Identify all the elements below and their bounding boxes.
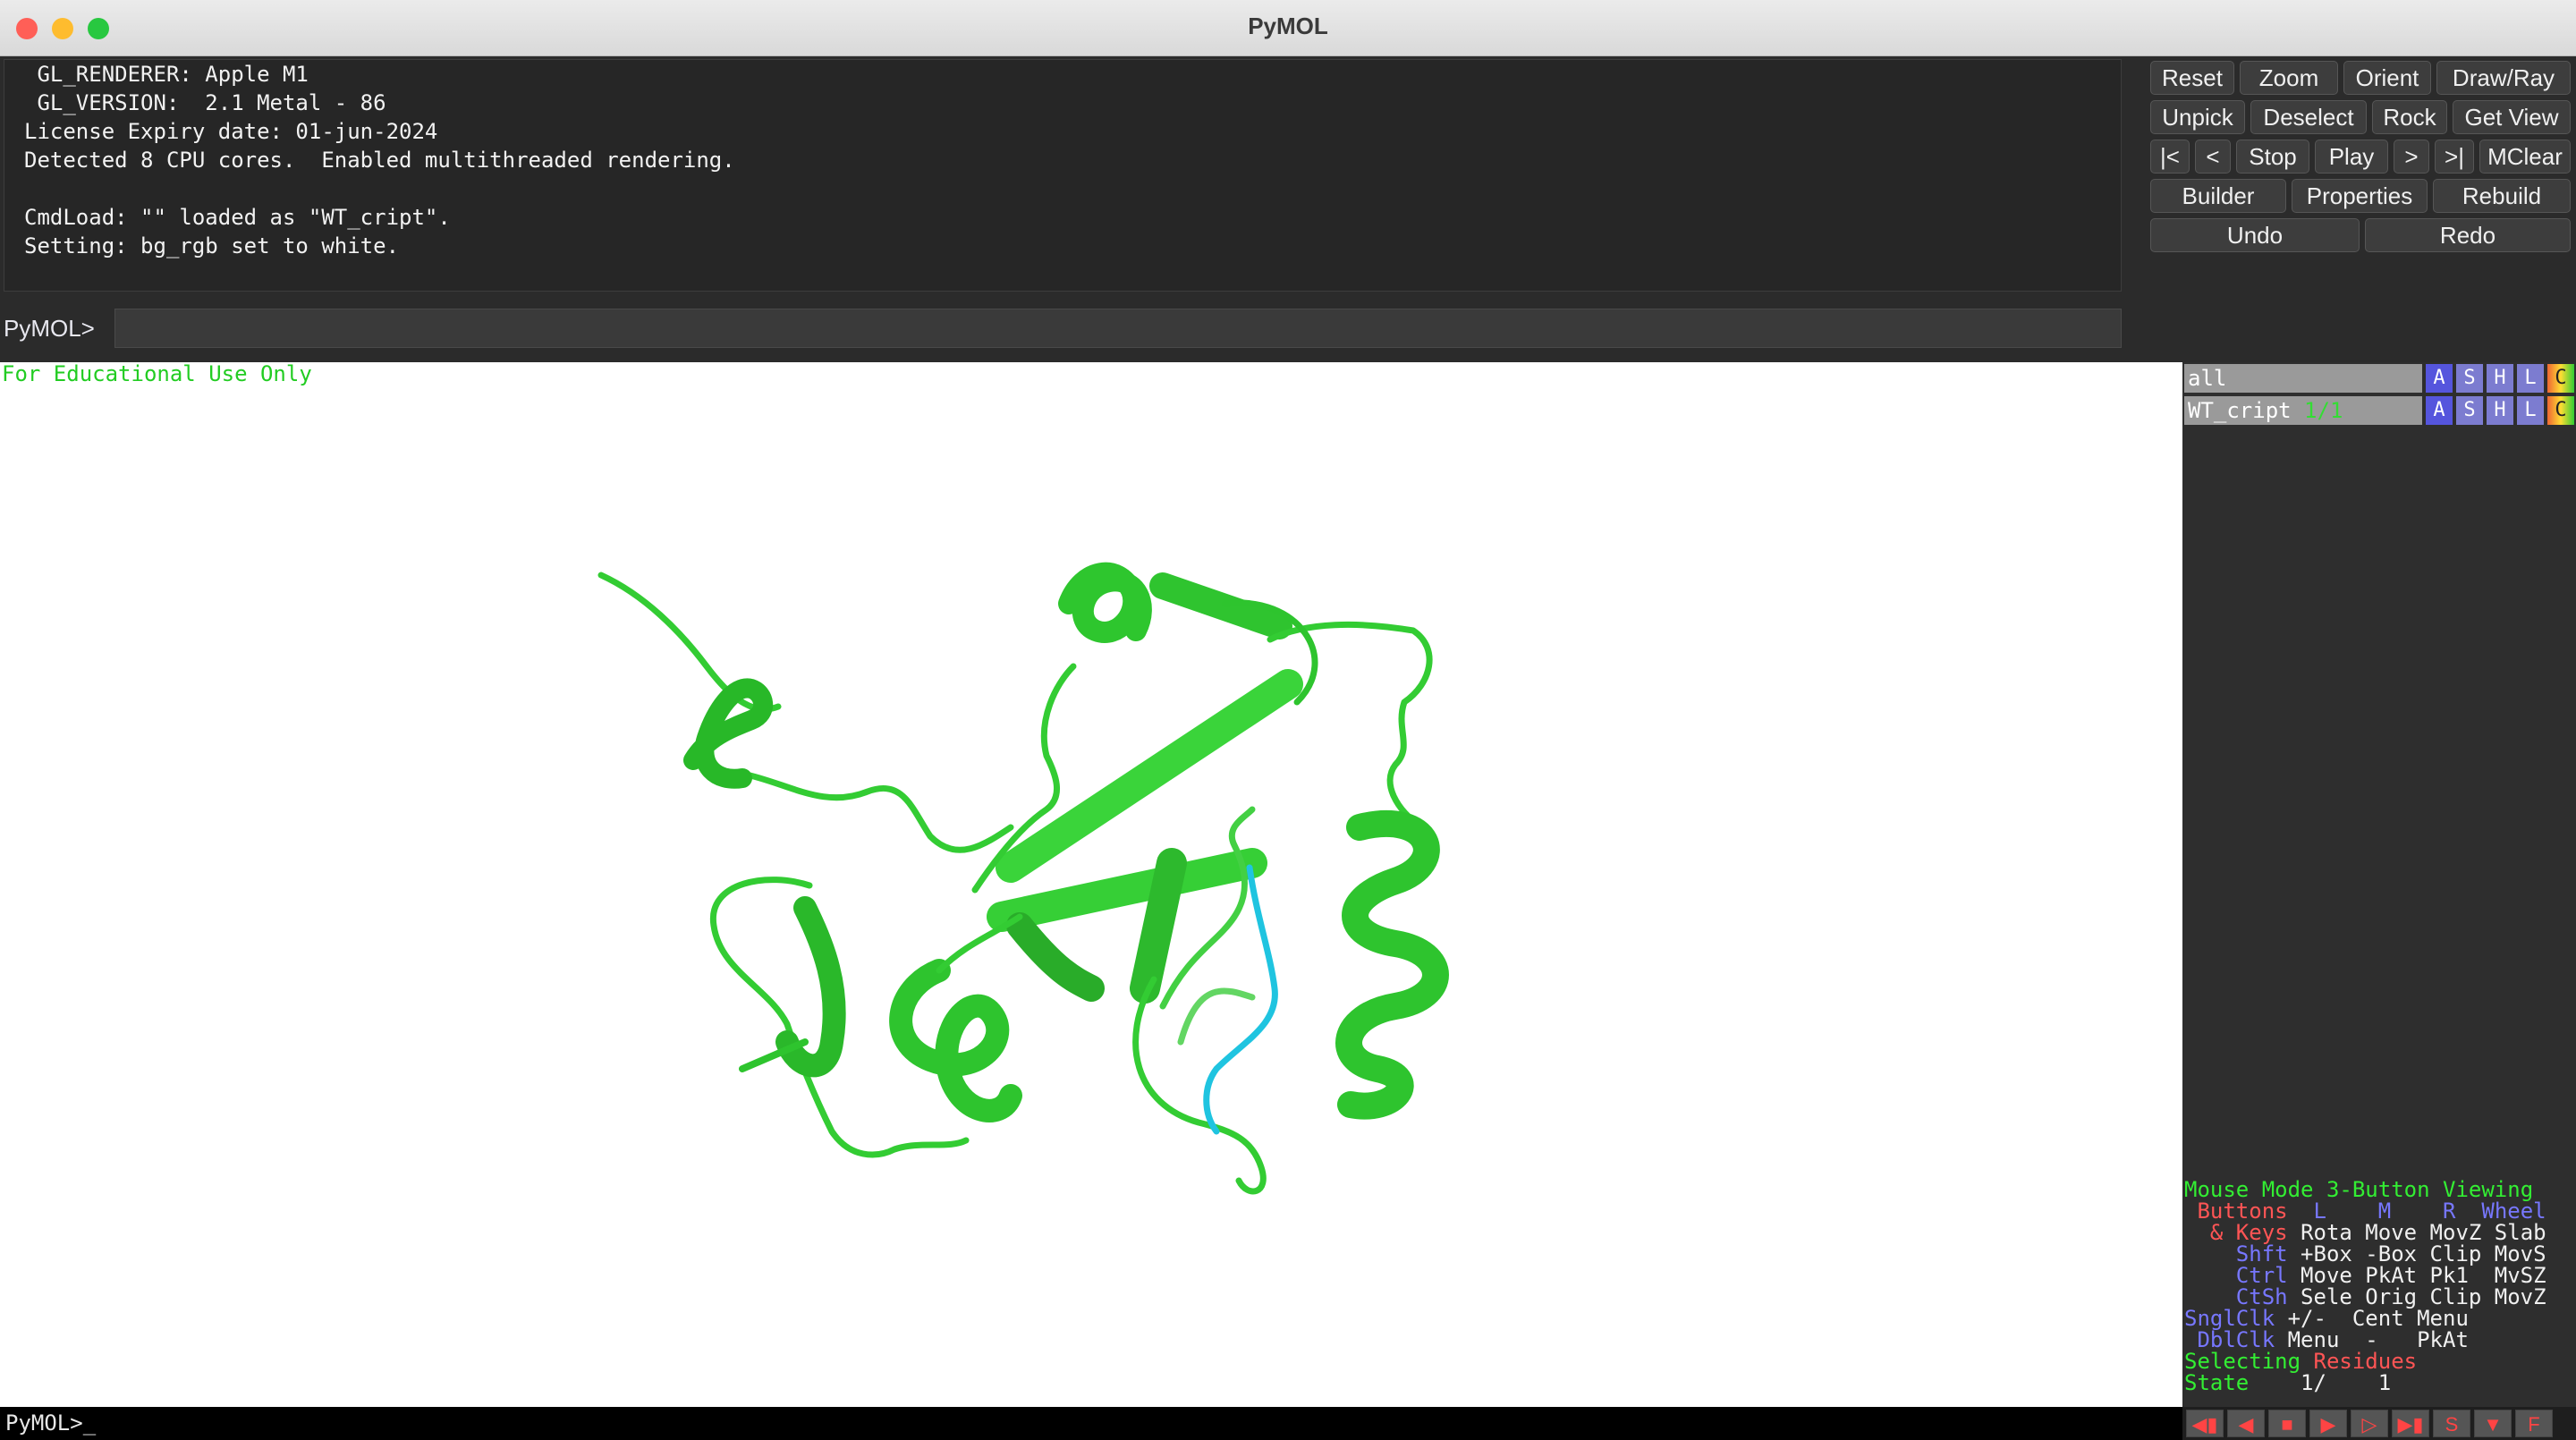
console-line: Setting: bg_rgb set to white. <box>24 233 400 258</box>
protein-strand <box>1006 912 1105 1002</box>
unpick-button[interactable]: Unpick <box>2150 100 2245 134</box>
orient-button[interactable]: Orient <box>2343 61 2431 95</box>
label-button[interactable]: L <box>2515 396 2544 425</box>
state-value: 1/ 1 <box>2301 1370 2392 1395</box>
properties-button[interactable]: Properties <box>2292 179 2428 213</box>
object-row-all[interactable]: all A S H L C <box>2184 364 2576 393</box>
mouse-mode-panel[interactable]: Mouse Mode 3-Button Viewing Buttons L M … <box>2184 1179 2576 1404</box>
educational-watermark: For Educational Use Only <box>2 361 312 386</box>
first-frame-button[interactable]: |< <box>2150 140 2190 174</box>
zoom-button[interactable]: Zoom <box>2240 61 2338 95</box>
protein-helix <box>1058 562 1152 643</box>
protein-loop <box>1267 621 1433 831</box>
mclear-button[interactable]: MClear <box>2479 140 2571 174</box>
console-line: License Expiry date: 01-jun-2024 <box>24 119 438 144</box>
stop-icon[interactable]: ■ <box>2268 1410 2306 1437</box>
previous-frame-button[interactable]: < <box>2195 140 2231 174</box>
protein-loop <box>1177 987 1256 1046</box>
color-button[interactable]: C <box>2546 396 2574 425</box>
object-name[interactable]: WT_cript 1/1 <box>2184 396 2422 425</box>
show-button[interactable]: S <box>2454 364 2483 393</box>
object-state: 1/1 <box>2304 398 2343 423</box>
action-button[interactable]: A <box>2424 364 2453 393</box>
builder-button[interactable]: Builder <box>2150 179 2286 213</box>
step-back-icon[interactable]: ◀ <box>2227 1410 2265 1437</box>
stop-button[interactable]: Stop <box>2236 140 2309 174</box>
action-button[interactable]: A <box>2424 396 2453 425</box>
color-button[interactable]: C <box>2546 364 2574 393</box>
console-line: GL_VERSION: 2.1 Metal - 86 <box>24 90 386 115</box>
command-prompt-label: PyMOL> <box>4 315 95 342</box>
state-label: State <box>2184 1370 2250 1395</box>
undo-button[interactable]: Undo <box>2150 218 2360 252</box>
command-input[interactable] <box>114 309 2122 348</box>
redo-button[interactable]: Redo <box>2365 218 2571 252</box>
play-button[interactable]: Play <box>2315 140 2388 174</box>
last-frame-button[interactable]: >| <box>2435 140 2474 174</box>
fast-forward-icon[interactable]: ▶▮ <box>2392 1410 2429 1437</box>
viewer-command-line[interactable]: PyMOL>_ <box>0 1407 2182 1440</box>
show-button[interactable]: S <box>2454 396 2483 425</box>
dropdown-icon[interactable]: ▼ <box>2474 1410 2512 1437</box>
protein-helix <box>1335 810 1449 1120</box>
console-line: CmdLoad: "" loaded as "WT_cript". <box>24 205 451 230</box>
protein-helix <box>775 896 846 1078</box>
playback-bar: ◀▮ ◀ ■ ▶ ▷ ▶▮ S ▼ F <box>2182 1407 2576 1440</box>
object-row-wt-cript[interactable]: WT_cript 1/1 A S H L C <box>2184 396 2576 425</box>
rewind-icon[interactable]: ◀▮ <box>2186 1410 2224 1437</box>
protein-helix <box>683 678 774 789</box>
title-bar: PyMOL <box>0 0 2576 56</box>
rock-button[interactable]: Rock <box>2372 100 2447 134</box>
console-output: GL_RENDERER: Apple M1 GL_VERSION: 2.1 Me… <box>4 59 2122 292</box>
play-icon[interactable]: ▶ <box>2309 1410 2347 1437</box>
molecule-viewer[interactable] <box>0 362 2182 1407</box>
fullscreen-button[interactable]: F <box>2515 1410 2553 1437</box>
step-forward-icon[interactable]: ▷ <box>2351 1410 2388 1437</box>
reset-button[interactable]: Reset <box>2150 61 2234 95</box>
protein-strand <box>987 848 1267 932</box>
protein-cartoon <box>597 562 1449 1195</box>
rebuild-button[interactable]: Rebuild <box>2433 179 2571 213</box>
protein-loop <box>936 913 1023 974</box>
label-button[interactable]: L <box>2515 364 2544 393</box>
get-view-button[interactable]: Get View <box>2453 100 2571 134</box>
next-frame-button[interactable]: > <box>2394 140 2429 174</box>
protein-loop <box>1132 976 1267 1195</box>
console-line: Detected 8 CPU cores. Enabled multithrea… <box>24 148 735 173</box>
deselect-button[interactable]: Deselect <box>2250 100 2367 134</box>
console-line: GL_RENDERER: Apple M1 <box>24 62 309 87</box>
window-title: PyMOL <box>1248 13 1328 39</box>
draw-ray-button[interactable]: Draw/Ray <box>2436 61 2571 95</box>
hide-button[interactable]: H <box>2485 396 2513 425</box>
hide-button[interactable]: H <box>2485 364 2513 393</box>
object-name[interactable]: all <box>2184 364 2422 393</box>
protein-helix <box>889 959 1022 1122</box>
protein-loop <box>739 770 1014 853</box>
sculpt-button[interactable]: S <box>2433 1410 2470 1437</box>
